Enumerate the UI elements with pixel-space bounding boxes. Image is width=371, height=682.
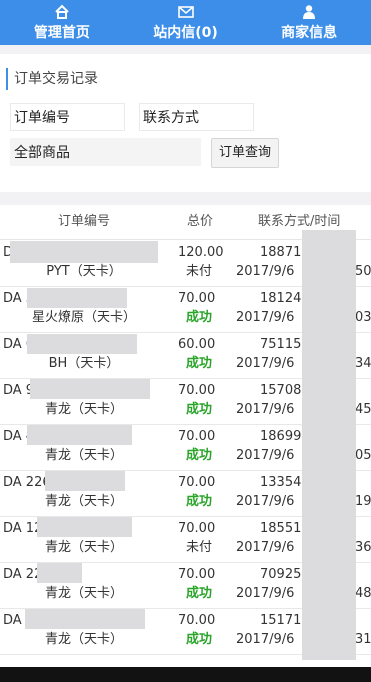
product-name: 青龙（天卡） xyxy=(44,586,123,601)
bottom-bar xyxy=(0,667,371,682)
status-badge: 成功 xyxy=(186,586,213,601)
price: 70.00 xyxy=(178,475,216,490)
header-order-id: 订单编号 xyxy=(58,214,111,229)
price: 70.00 xyxy=(178,291,216,306)
order-date: 2017/9/6 xyxy=(236,356,295,371)
header-price: 总价 xyxy=(187,214,214,229)
orders-table: 订单编号 总价 联系方式/时间 D PYT（天卡） 120.00 未付 188718 20… xyxy=(0,205,371,682)
envelope-icon xyxy=(177,6,194,18)
product-name: PYT（天卡） xyxy=(46,264,122,279)
status-badge: 成功 xyxy=(186,310,213,325)
contact-input[interactable]: 联系方式 xyxy=(139,103,254,131)
time-tail: 03 xyxy=(355,310,371,325)
order-date: 2017/9/6 xyxy=(236,402,295,417)
time-tail: 45 xyxy=(355,402,371,417)
time-tail: 50 xyxy=(355,264,371,279)
price: 70.00 xyxy=(178,567,216,582)
privacy-mask xyxy=(37,563,82,583)
time-tail: 31 xyxy=(355,632,371,647)
product-name: 青龙（天卡） xyxy=(44,448,123,463)
product-select[interactable]: 全部商品 xyxy=(10,138,201,166)
privacy-mask xyxy=(27,425,132,445)
privacy-mask xyxy=(10,241,158,263)
time-tail: 19 xyxy=(355,494,371,509)
price: 120.00 xyxy=(178,245,224,260)
time-tail: 34 xyxy=(355,356,371,371)
order-date: 2017/9/6 xyxy=(236,540,295,555)
order-query-button[interactable]: 订单查询 xyxy=(211,138,279,168)
status-badge: 成功 xyxy=(186,402,213,417)
price: 70.00 xyxy=(178,429,216,444)
order-date: 2017/9/6 xyxy=(236,264,295,279)
search-panel: 订单交易记录 订单编号 联系方式 全部商品 订单查询 xyxy=(0,54,371,192)
order-date: 2017/9/6 xyxy=(236,586,295,601)
status-badge: 成功 xyxy=(186,632,213,647)
status-badge: 成功 xyxy=(186,448,213,463)
order-date: 2017/9/6 xyxy=(236,310,295,325)
privacy-mask xyxy=(30,379,150,399)
price: 60.00 xyxy=(178,337,216,352)
product-name: 星火燎原（天卡） xyxy=(31,310,136,325)
order-date: 2017/9/6 xyxy=(236,494,295,509)
order-date: 2017/9/6 xyxy=(236,448,295,463)
price: 70.00 xyxy=(178,383,216,398)
top-navigation: 管理首页 站内信(0) 商家信息 xyxy=(0,0,371,45)
status-badge: 未付 xyxy=(186,264,213,279)
product-name: 青龙（天卡） xyxy=(44,632,123,647)
product-name: BH（天卡） xyxy=(48,356,120,371)
user-icon xyxy=(303,5,316,19)
time-tail: 48 xyxy=(355,586,371,601)
privacy-mask xyxy=(25,609,145,629)
order-date: 2017/9/6 xyxy=(236,632,295,647)
nav-home-label: 管理首页 xyxy=(33,25,90,41)
privacy-mask xyxy=(37,517,132,537)
privacy-mask xyxy=(27,288,127,308)
status-badge: 成功 xyxy=(186,356,213,371)
privacy-mask xyxy=(27,334,137,354)
nav-merchant[interactable]: 商家信息 xyxy=(247,0,371,45)
nav-home[interactable]: 管理首页 xyxy=(0,0,124,45)
section-title: 订单交易记录 xyxy=(6,68,98,90)
price: 70.00 xyxy=(178,521,216,536)
status-badge: 成功 xyxy=(186,494,213,509)
privacy-mask xyxy=(45,471,125,491)
home-icon xyxy=(55,4,69,19)
product-name: 青龙（天卡） xyxy=(44,494,123,509)
contact: 70925 xyxy=(260,567,302,582)
status-badge: 未付 xyxy=(186,540,213,555)
product-name: 青龙（天卡） xyxy=(44,540,123,555)
nav-inbox[interactable]: 站内信(0) xyxy=(124,0,248,45)
time-tail: 05 xyxy=(355,448,371,463)
contact: 75115 xyxy=(260,337,302,352)
price: 70.00 xyxy=(178,613,216,628)
privacy-mask xyxy=(302,230,356,660)
order-number-input[interactable]: 订单编号 xyxy=(10,103,125,131)
nav-merchant-label: 商家信息 xyxy=(281,25,338,41)
time-tail: 36 xyxy=(355,540,371,555)
product-name: 青龙（天卡） xyxy=(44,402,123,417)
nav-inbox-label: 站内信(0) xyxy=(153,25,218,41)
